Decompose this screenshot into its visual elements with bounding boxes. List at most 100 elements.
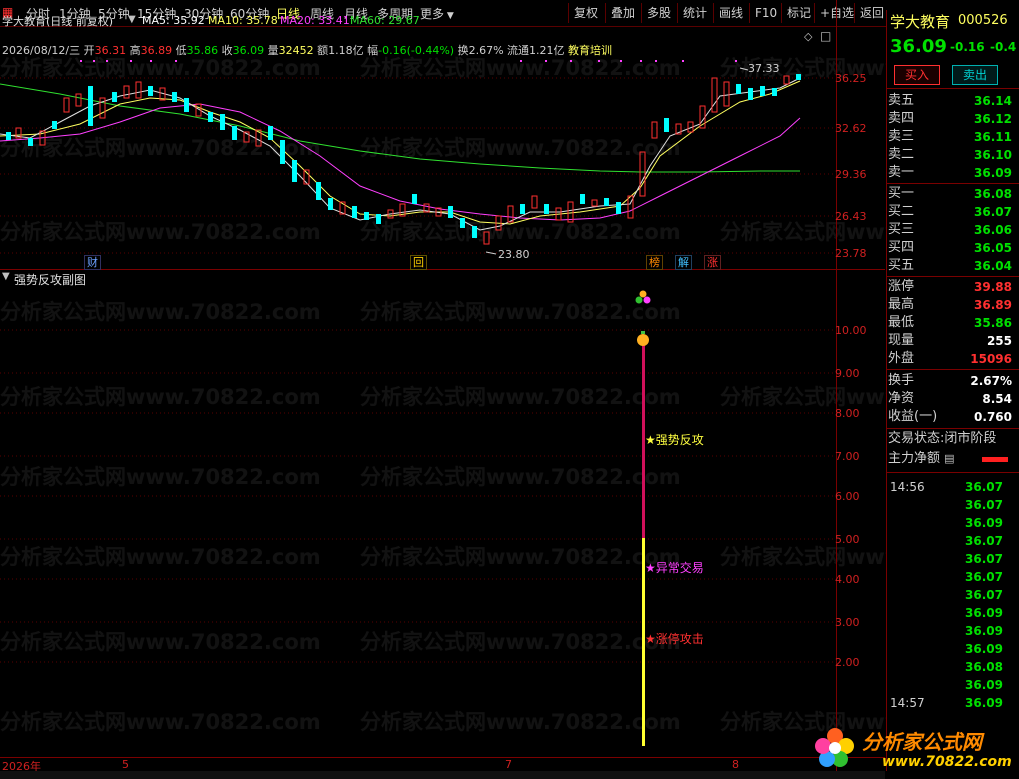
tick-value: 36.09 bbox=[965, 678, 1003, 692]
tick-row: 14:56 36.07 bbox=[886, 480, 1019, 498]
main-flow-bar bbox=[982, 457, 1008, 462]
tick-row: 36.09 bbox=[886, 642, 1019, 660]
stat-label: 净资 bbox=[888, 391, 915, 406]
tick-value: 36.09 bbox=[965, 624, 1003, 638]
tick-row: 36.07 bbox=[886, 534, 1019, 552]
stat-value: 0.760 bbox=[974, 410, 1012, 424]
bid-row-3: 买三 36.06 bbox=[888, 221, 1016, 239]
x-axis: 2026年 5 7 8 bbox=[0, 757, 885, 773]
event-badge-finance[interactable]: 财 bbox=[84, 255, 101, 270]
panel-sep bbox=[886, 276, 1019, 277]
mark-button[interactable]: 标记 bbox=[781, 3, 816, 23]
bid-price: 36.05 bbox=[974, 241, 1012, 255]
candles bbox=[6, 74, 801, 245]
flower-logo-icon bbox=[815, 728, 854, 767]
price-axis-label: 36.25 bbox=[835, 72, 867, 85]
tick-row: 36.09 bbox=[886, 516, 1019, 534]
ask-row-1: 卖一 36.09 bbox=[888, 164, 1016, 182]
bid-row-4: 买四 36.05 bbox=[888, 239, 1016, 257]
tick-value: 36.07 bbox=[965, 534, 1003, 548]
stat-value: 8.54 bbox=[982, 392, 1012, 406]
panel-sep bbox=[886, 428, 1019, 429]
site-logo: 分析家公式网 www.70822.com bbox=[812, 720, 1012, 776]
panel-sep bbox=[886, 369, 1019, 370]
panel-sep bbox=[886, 88, 1019, 89]
bid-row-5: 买五 36.04 bbox=[888, 257, 1016, 275]
stat-label: 涨停 bbox=[888, 279, 915, 294]
event-badge-list[interactable]: 榜 bbox=[646, 255, 663, 270]
stat-label: 收益(一) bbox=[888, 409, 938, 424]
ask-price: 36.14 bbox=[974, 94, 1012, 108]
ask-row-2: 卖二 36.10 bbox=[888, 146, 1016, 164]
tick-time: 14:56 bbox=[890, 480, 925, 494]
bid-label: 买二 bbox=[888, 204, 915, 219]
buy-button[interactable]: 买入 bbox=[894, 65, 940, 85]
signal-limit-up-attack: ★涨停攻击 bbox=[645, 632, 704, 646]
multi-stock-button[interactable]: 多股 bbox=[641, 3, 676, 23]
draw-line-button[interactable]: 画线 bbox=[713, 3, 748, 23]
bid-row-1: 买一 36.08 bbox=[888, 185, 1016, 203]
indicator-axis-label: 3.00 bbox=[835, 616, 860, 629]
stock-name: 学大教育 bbox=[890, 13, 951, 31]
tick-value: 36.09 bbox=[965, 642, 1003, 656]
ask-price: 36.09 bbox=[974, 166, 1012, 180]
tick-time: 14:57 bbox=[890, 696, 925, 710]
stat-low: 最低 35.86 bbox=[888, 314, 1016, 332]
tick-row: 36.09 bbox=[886, 678, 1019, 696]
f10-button[interactable]: F10 bbox=[749, 3, 782, 23]
main-flow[interactable]: 主力净额 ▤ bbox=[888, 450, 1016, 468]
collapse-icon[interactable]: ▼ bbox=[128, 14, 136, 25]
ask-price: 36.12 bbox=[974, 112, 1012, 126]
indicator-axis-label: 7.00 bbox=[835, 450, 860, 463]
ask-label: 卖三 bbox=[888, 129, 915, 144]
stat-label: 现量 bbox=[888, 333, 915, 348]
overlay-button[interactable]: 叠加 bbox=[605, 3, 640, 23]
x-axis-label: 7 bbox=[505, 758, 512, 771]
logo-url: www.70822.com bbox=[882, 754, 1012, 770]
logo-name: 分析家公式网 bbox=[862, 730, 982, 754]
back-button[interactable]: 返回 bbox=[854, 3, 889, 23]
event-badge-limit-up[interactable]: 涨 bbox=[704, 255, 721, 270]
stats-button[interactable]: 统计 bbox=[677, 3, 712, 23]
ask-label: 卖一 bbox=[888, 165, 915, 180]
price-axis-label: 23.78 bbox=[835, 247, 867, 260]
event-badge-repurchase[interactable]: 回 bbox=[410, 255, 427, 270]
trade-status-value: 闭市阶段 bbox=[944, 431, 997, 446]
stat-high: 最高 36.89 bbox=[888, 296, 1016, 314]
adjust-button[interactable]: 复权 bbox=[568, 3, 603, 23]
stat-value: 35.86 bbox=[974, 316, 1012, 330]
trade-status: 交易状态:闭市阶段 bbox=[888, 430, 996, 448]
tick-row: 36.07 bbox=[886, 498, 1019, 516]
panel-sep bbox=[886, 472, 1019, 473]
event-badge-unlock[interactable]: 解 bbox=[675, 255, 692, 270]
bid-price: 36.07 bbox=[974, 205, 1012, 219]
stat-value: 39.88 bbox=[974, 280, 1012, 294]
stat-outer-vol: 外盘 15096 bbox=[888, 350, 1016, 368]
tick-value: 36.07 bbox=[965, 570, 1003, 584]
orange-fruit-icon bbox=[637, 334, 649, 346]
price-chart[interactable] bbox=[0, 26, 836, 269]
indicator-axis-label: 6.00 bbox=[835, 490, 860, 503]
tick-row: 14:57 36.09 bbox=[886, 696, 1019, 714]
tick-value: 36.07 bbox=[965, 588, 1003, 602]
list-icon[interactable]: ▤ bbox=[944, 452, 954, 465]
indicator-chart[interactable] bbox=[0, 270, 836, 770]
indicator-axis-label: 5.00 bbox=[835, 533, 860, 546]
stat-value: 36.89 bbox=[974, 298, 1012, 312]
ask-label: 卖二 bbox=[888, 147, 915, 162]
stat-label: 外盘 bbox=[888, 351, 915, 366]
ask-row-3: 卖三 36.11 bbox=[888, 128, 1016, 146]
stat-limit-up: 涨停 39.88 bbox=[888, 278, 1016, 296]
ask-label: 卖四 bbox=[888, 111, 915, 126]
bid-price: 36.04 bbox=[974, 259, 1012, 273]
x-axis-label: 5 bbox=[122, 758, 129, 771]
period-tab-more[interactable]: 更多 ▼ bbox=[420, 5, 454, 22]
indicator-axis-label: 2.00 bbox=[835, 656, 860, 669]
stat-turnover: 换手 2.67% bbox=[888, 372, 1016, 390]
sell-button[interactable]: 卖出 bbox=[952, 65, 998, 85]
more-label: 更多 bbox=[420, 7, 445, 21]
stock-code: 000526 bbox=[958, 13, 1008, 28]
panel-sep bbox=[886, 183, 1019, 184]
tick-value: 36.07 bbox=[965, 498, 1003, 512]
ask-price: 36.11 bbox=[974, 130, 1012, 144]
